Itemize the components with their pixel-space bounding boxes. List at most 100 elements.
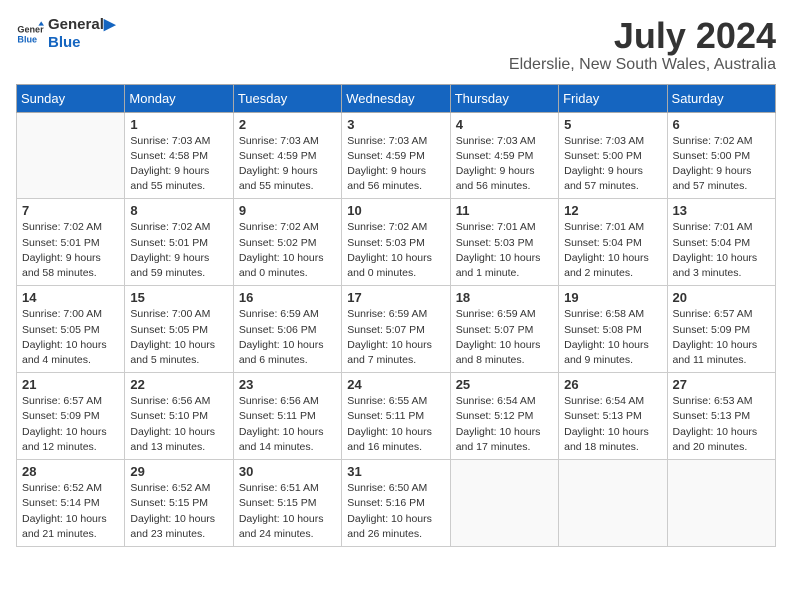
day-info: Sunrise: 6:54 AM Sunset: 5:12 PM Dayligh…	[456, 394, 553, 455]
day-info: Sunrise: 7:02 AM Sunset: 5:02 PM Dayligh…	[239, 220, 336, 281]
day-cell: 25 Sunrise: 6:54 AM Sunset: 5:12 PM Dayli…	[450, 373, 558, 460]
week-row-3: 14 Sunrise: 7:00 AM Sunset: 5:05 PM Dayli…	[17, 286, 776, 373]
day-number: 16	[239, 290, 336, 305]
day-info: Sunrise: 7:02 AM Sunset: 5:01 PM Dayligh…	[22, 220, 119, 281]
day-number: 29	[130, 464, 227, 479]
day-info: Sunrise: 7:02 AM Sunset: 5:01 PM Dayligh…	[130, 220, 227, 281]
logo-text: General▶ Blue	[48, 16, 115, 52]
header-thursday: Thursday	[450, 84, 558, 112]
day-info: Sunrise: 7:00 AM Sunset: 5:05 PM Dayligh…	[22, 307, 119, 368]
day-cell: 16 Sunrise: 6:59 AM Sunset: 5:06 PM Dayli…	[233, 286, 341, 373]
day-number: 8	[130, 203, 227, 218]
day-number: 7	[22, 203, 119, 218]
day-info: Sunrise: 7:02 AM Sunset: 5:00 PM Dayligh…	[673, 134, 770, 195]
day-info: Sunrise: 7:02 AM Sunset: 5:03 PM Dayligh…	[347, 220, 444, 281]
day-number: 26	[564, 377, 661, 392]
day-info: Sunrise: 6:59 AM Sunset: 5:07 PM Dayligh…	[456, 307, 553, 368]
day-number: 3	[347, 117, 444, 132]
day-number: 24	[347, 377, 444, 392]
day-cell	[17, 112, 125, 199]
day-cell: 3Sunrise: 7:03 AM Sunset: 4:59 PM Daylig…	[342, 112, 450, 199]
day-cell: 9 Sunrise: 7:02 AM Sunset: 5:02 PM Daylig…	[233, 199, 341, 286]
day-cell: 8 Sunrise: 7:02 AM Sunset: 5:01 PM Daylig…	[125, 199, 233, 286]
day-cell: 7 Sunrise: 7:02 AM Sunset: 5:01 PM Daylig…	[17, 199, 125, 286]
day-cell: 24Sunrise: 6:55 AM Sunset: 5:11 PM Dayli…	[342, 373, 450, 460]
header-friday: Friday	[559, 84, 667, 112]
day-info: Sunrise: 6:57 AM Sunset: 5:09 PM Dayligh…	[673, 307, 770, 368]
day-number: 1	[130, 117, 227, 132]
day-info: Sunrise: 6:57 AM Sunset: 5:09 PM Dayligh…	[22, 394, 119, 455]
day-info: Sunrise: 7:03 AM Sunset: 4:59 PM Dayligh…	[456, 134, 553, 195]
day-info: Sunrise: 7:01 AM Sunset: 5:04 PM Dayligh…	[673, 220, 770, 281]
header-monday: Monday	[125, 84, 233, 112]
day-number: 17	[347, 290, 444, 305]
location-title: Elderslie, New South Wales, Australia	[509, 56, 776, 74]
day-info: Sunrise: 6:50 AM Sunset: 5:16 PM Dayligh…	[347, 481, 444, 542]
day-number: 12	[564, 203, 661, 218]
day-cell: 4 Sunrise: 7:03 AM Sunset: 4:59 PM Daylig…	[450, 112, 558, 199]
day-cell	[559, 460, 667, 547]
logo: General Blue General▶ Blue	[16, 16, 115, 52]
header-wednesday: Wednesday	[342, 84, 450, 112]
logo-icon: General Blue	[16, 20, 44, 48]
day-number: 11	[456, 203, 553, 218]
day-cell: 12 Sunrise: 7:01 AM Sunset: 5:04 PM Dayli…	[559, 199, 667, 286]
day-number: 23	[239, 377, 336, 392]
day-cell: 26 Sunrise: 6:54 AM Sunset: 5:13 PM Dayli…	[559, 373, 667, 460]
day-info: Sunrise: 7:01 AM Sunset: 5:03 PM Dayligh…	[456, 220, 553, 281]
day-cell: 30Sunrise: 6:51 AM Sunset: 5:15 PM Dayli…	[233, 460, 341, 547]
week-row-4: 21Sunrise: 6:57 AM Sunset: 5:09 PM Dayli…	[17, 373, 776, 460]
day-info: Sunrise: 7:00 AM Sunset: 5:05 PM Dayligh…	[130, 307, 227, 368]
day-cell: 28Sunrise: 6:52 AM Sunset: 5:14 PM Dayli…	[17, 460, 125, 547]
day-number: 5	[564, 117, 661, 132]
day-cell: 11 Sunrise: 7:01 AM Sunset: 5:03 PM Dayli…	[450, 199, 558, 286]
day-info: Sunrise: 6:54 AM Sunset: 5:13 PM Dayligh…	[564, 394, 661, 455]
day-cell: 6 Sunrise: 7:02 AM Sunset: 5:00 PM Daylig…	[667, 112, 775, 199]
header-sunday: Sunday	[17, 84, 125, 112]
title-block: July 2024 Elderslie, New South Wales, Au…	[509, 16, 776, 74]
day-number: 18	[456, 290, 553, 305]
day-number: 31	[347, 464, 444, 479]
svg-text:Blue: Blue	[17, 34, 37, 44]
calendar-header-row: SundayMondayTuesdayWednesdayThursdayFrid…	[17, 84, 776, 112]
day-number: 4	[456, 117, 553, 132]
day-number: 20	[673, 290, 770, 305]
day-info: Sunrise: 7:03 AM Sunset: 5:00 PM Dayligh…	[564, 134, 661, 195]
day-info: Sunrise: 6:58 AM Sunset: 5:08 PM Dayligh…	[564, 307, 661, 368]
day-info: Sunrise: 6:53 AM Sunset: 5:13 PM Dayligh…	[673, 394, 770, 455]
day-cell: 2Sunrise: 7:03 AM Sunset: 4:59 PM Daylig…	[233, 112, 341, 199]
page-header: General Blue General▶ Blue July 2024 Eld…	[16, 16, 776, 74]
day-cell: 18 Sunrise: 6:59 AM Sunset: 5:07 PM Dayli…	[450, 286, 558, 373]
day-number: 14	[22, 290, 119, 305]
calendar-table: SundayMondayTuesdayWednesdayThursdayFrid…	[16, 84, 776, 547]
header-saturday: Saturday	[667, 84, 775, 112]
day-cell: 15 Sunrise: 7:00 AM Sunset: 5:05 PM Dayli…	[125, 286, 233, 373]
day-number: 25	[456, 377, 553, 392]
day-cell: 10Sunrise: 7:02 AM Sunset: 5:03 PM Dayli…	[342, 199, 450, 286]
day-cell: 27 Sunrise: 6:53 AM Sunset: 5:13 PM Dayli…	[667, 373, 775, 460]
day-number: 22	[130, 377, 227, 392]
day-cell: 22Sunrise: 6:56 AM Sunset: 5:10 PM Dayli…	[125, 373, 233, 460]
week-row-2: 7 Sunrise: 7:02 AM Sunset: 5:01 PM Daylig…	[17, 199, 776, 286]
day-number: 27	[673, 377, 770, 392]
day-info: Sunrise: 6:59 AM Sunset: 5:06 PM Dayligh…	[239, 307, 336, 368]
day-number: 28	[22, 464, 119, 479]
week-row-1: 1Sunrise: 7:03 AM Sunset: 4:58 PM Daylig…	[17, 112, 776, 199]
day-info: Sunrise: 6:52 AM Sunset: 5:15 PM Dayligh…	[130, 481, 227, 542]
day-info: Sunrise: 6:59 AM Sunset: 5:07 PM Dayligh…	[347, 307, 444, 368]
day-number: 15	[130, 290, 227, 305]
day-cell: 19Sunrise: 6:58 AM Sunset: 5:08 PM Dayli…	[559, 286, 667, 373]
day-info: Sunrise: 7:01 AM Sunset: 5:04 PM Dayligh…	[564, 220, 661, 281]
day-number: 13	[673, 203, 770, 218]
day-cell: 20 Sunrise: 6:57 AM Sunset: 5:09 PM Dayli…	[667, 286, 775, 373]
day-cell: 5 Sunrise: 7:03 AM Sunset: 5:00 PM Daylig…	[559, 112, 667, 199]
day-number: 9	[239, 203, 336, 218]
day-number: 30	[239, 464, 336, 479]
day-cell: 31 Sunrise: 6:50 AM Sunset: 5:16 PM Dayli…	[342, 460, 450, 547]
day-cell: 1Sunrise: 7:03 AM Sunset: 4:58 PM Daylig…	[125, 112, 233, 199]
day-info: Sunrise: 7:03 AM Sunset: 4:59 PM Dayligh…	[239, 134, 336, 195]
day-number: 6	[673, 117, 770, 132]
day-cell: 29 Sunrise: 6:52 AM Sunset: 5:15 PM Dayli…	[125, 460, 233, 547]
day-info: Sunrise: 6:56 AM Sunset: 5:11 PM Dayligh…	[239, 394, 336, 455]
svg-text:General: General	[17, 25, 44, 35]
